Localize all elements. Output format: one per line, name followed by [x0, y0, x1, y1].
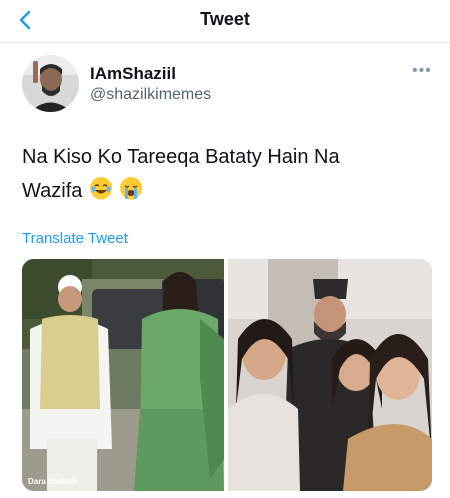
page-title: Tweet: [200, 9, 250, 29]
tweet-text-line-2: Wazifa: [22, 180, 83, 202]
face-with-tears-of-joy-icon: [89, 177, 112, 200]
translate-tweet-link[interactable]: Translate Tweet: [22, 230, 128, 247]
more-options-icon[interactable]: •••: [412, 62, 432, 80]
media-photo-left[interactable]: Dara Shekoh: [22, 259, 224, 491]
author-handle[interactable]: @shazilkimemes: [90, 86, 211, 104]
avatar-photo: [22, 55, 79, 112]
top-bar: Tweet: [0, 0, 450, 43]
media-photo-right[interactable]: [228, 259, 432, 491]
media-caption: Dara Shekoh: [28, 477, 77, 486]
loudly-crying-face-icon: [119, 177, 142, 200]
avatar[interactable]: [22, 55, 79, 112]
author-display-name[interactable]: IAmShaziil: [90, 64, 176, 84]
tweet-text-line-1: Na Kiso Ko Tareeqa Bataty Hain Na: [22, 146, 340, 168]
tweet-text: Na Kiso Ko Tareeqa Bataty Hain Na Wazifa: [22, 140, 422, 208]
media-grid: Dara Shekoh: [22, 259, 432, 491]
